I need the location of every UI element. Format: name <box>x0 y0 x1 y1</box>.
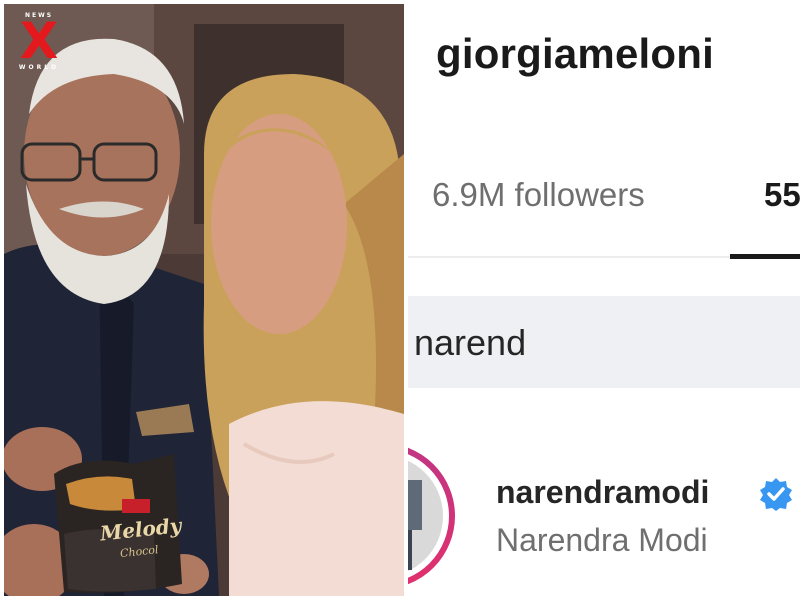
search-result-row[interactable]: narendramodi Narendra Modi <box>408 430 800 600</box>
avatar[interactable] <box>408 440 456 592</box>
followers-tab[interactable]: 6.9M followers <box>432 176 645 214</box>
following-tab[interactable]: 55 <box>764 176 800 214</box>
result-username: narendramodi <box>496 474 710 510</box>
logo-x-mark: X <box>19 12 59 70</box>
photo-panel: NEWS X WORLD Melody Chocol <box>4 4 404 596</box>
verified-badge-icon <box>760 478 792 511</box>
result-full-name: Narendra Modi <box>496 522 708 558</box>
news-logo: NEWS X WORLD <box>10 12 68 72</box>
active-tab-indicator <box>730 254 800 259</box>
logo-bottom-text: WORLD <box>18 64 60 71</box>
instagram-panel: giorgiameloni 6.9M followers 55 narend n… <box>408 0 800 600</box>
profile-username: giorgiameloni <box>436 30 714 77</box>
photo-illustration <box>4 4 404 596</box>
search-query[interactable]: narend <box>414 322 526 364</box>
